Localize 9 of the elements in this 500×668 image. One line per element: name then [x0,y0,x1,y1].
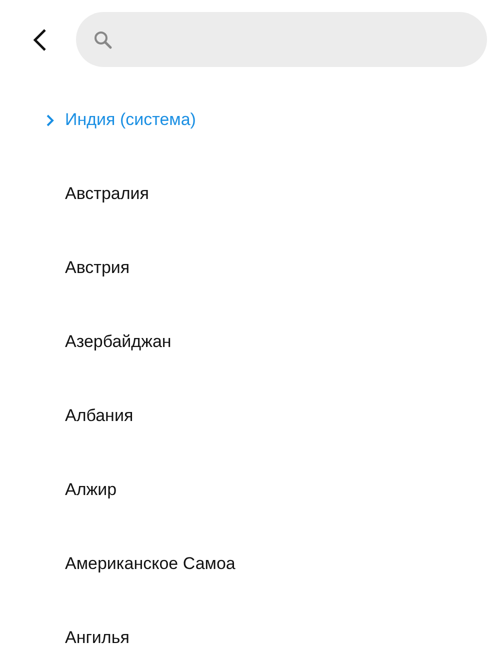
chevron-icon [46,114,54,126]
country-item[interactable]: Албания [0,379,500,453]
country-item[interactable]: Австрия [0,231,500,305]
search-icon [94,30,112,48]
country-item[interactable]: Ангилья [0,601,500,668]
country-item[interactable]: Австралия [0,157,500,231]
country-item[interactable]: Алжир [0,453,500,527]
country-item[interactable]: Американское Самоа [0,527,500,601]
country-item[interactable]: Азербайджан [0,305,500,379]
